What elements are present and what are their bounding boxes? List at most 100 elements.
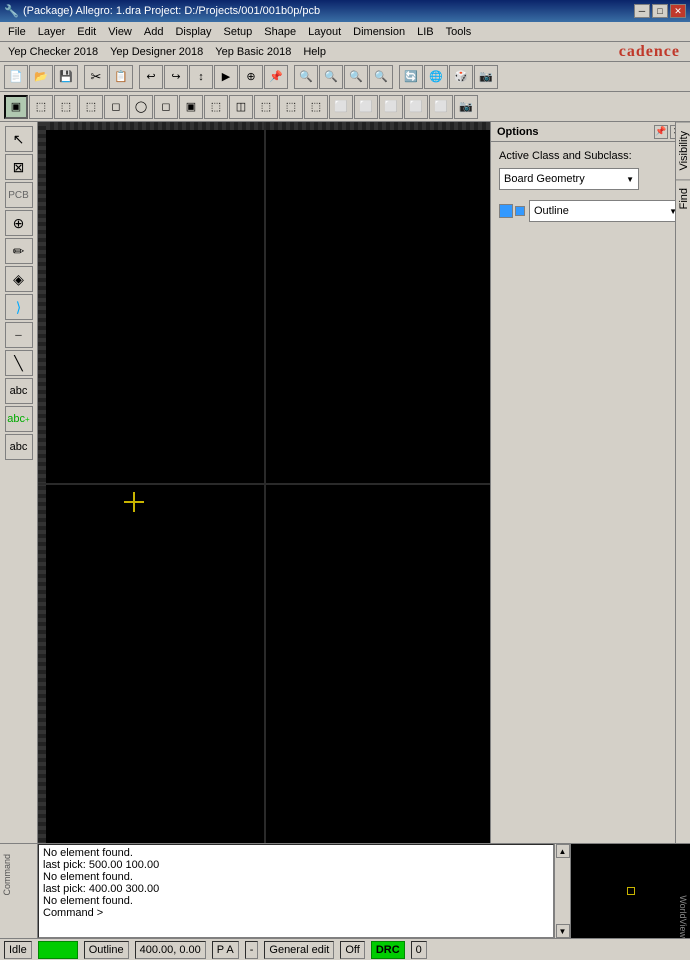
menu-layout[interactable]: Layout bbox=[302, 24, 347, 40]
titlebar: 🔧 (Package) Allegro: 1.dra Project: D:/P… bbox=[0, 0, 690, 22]
tb-new[interactable]: 📄 bbox=[4, 65, 28, 89]
lt-b4[interactable]: ✏ bbox=[5, 238, 33, 264]
tb2-select[interactable]: ▣ bbox=[4, 95, 28, 119]
tb2-b1[interactable]: ⬚ bbox=[29, 95, 53, 119]
tb-global[interactable]: 🌐 bbox=[424, 65, 448, 89]
menu-lib[interactable]: LIB bbox=[411, 24, 440, 40]
lt-text[interactable]: abc bbox=[5, 378, 33, 404]
lt-b3[interactable]: ⊕ bbox=[5, 210, 33, 236]
cmd-prompt: Command > bbox=[43, 907, 549, 919]
menu-setup[interactable]: Setup bbox=[218, 24, 259, 40]
minimap-dot bbox=[627, 887, 635, 895]
tb-zoom-out[interactable]: 🔍 bbox=[319, 65, 343, 89]
lt-b5[interactable]: ◈ bbox=[5, 266, 33, 292]
status-off: Off bbox=[340, 941, 364, 959]
status-edit-mode: General edit bbox=[264, 941, 334, 959]
subclass-value: Outline bbox=[534, 205, 569, 217]
tb2-b8[interactable]: ⬚ bbox=[204, 95, 228, 119]
title-text: (Package) Allegro: 1.dra Project: D:/Pro… bbox=[23, 5, 634, 17]
scroll-down[interactable]: ▼ bbox=[556, 924, 570, 938]
tb-zoom-fit[interactable]: 🔍 bbox=[344, 65, 368, 89]
close-button[interactable]: ✕ bbox=[670, 4, 686, 18]
tb-run[interactable]: ▶ bbox=[214, 65, 238, 89]
minimize-button[interactable]: ─ bbox=[634, 4, 650, 18]
tab-visibility[interactable]: Visibility bbox=[676, 122, 690, 179]
tb-copy[interactable]: 📋 bbox=[109, 65, 133, 89]
menu-file[interactable]: File bbox=[2, 24, 32, 40]
lt-b6[interactable]: ⟩ bbox=[5, 294, 33, 320]
tb2-b15[interactable]: ⬜ bbox=[379, 95, 403, 119]
menu-yep-basic[interactable]: Yep Basic 2018 bbox=[209, 44, 297, 60]
lt-b1[interactable]: ⊠ bbox=[5, 154, 33, 180]
tb2-b3[interactable]: ⬚ bbox=[79, 95, 103, 119]
status-coords: 400.00, 0.00 bbox=[135, 941, 206, 959]
right-tabs: Visibility Find bbox=[675, 122, 690, 843]
v-separator bbox=[264, 122, 266, 843]
canvas-area[interactable] bbox=[38, 122, 490, 843]
menu-edit[interactable]: Edit bbox=[71, 24, 102, 40]
cmd-line-5: No element found. bbox=[43, 895, 549, 907]
menu-yep-designer[interactable]: Yep Designer 2018 bbox=[104, 44, 209, 60]
menu-yep-checker[interactable]: Yep Checker 2018 bbox=[2, 44, 104, 60]
menu-display[interactable]: Display bbox=[169, 24, 217, 40]
lt-b8[interactable]: ╲ bbox=[5, 350, 33, 376]
menu-layer[interactable]: Layer bbox=[32, 24, 72, 40]
subclass-color-outer bbox=[499, 204, 513, 218]
cmd-line-2: last pick: 500.00 100.00 bbox=[43, 859, 549, 871]
tb-3d[interactable]: 🎲 bbox=[449, 65, 473, 89]
menu-help[interactable]: Help bbox=[297, 44, 332, 60]
menubar2: Yep Checker 2018 Yep Designer 2018 Yep B… bbox=[0, 42, 690, 62]
tb-unset[interactable]: ↕ bbox=[189, 65, 213, 89]
tb-cut[interactable]: ✂ bbox=[84, 65, 108, 89]
tb-refresh[interactable]: 🔄 bbox=[399, 65, 423, 89]
tb2-camera[interactable]: 📷 bbox=[454, 95, 478, 119]
tb-zoom-window[interactable]: 🔍 bbox=[369, 65, 393, 89]
maximize-button[interactable]: □ bbox=[652, 4, 668, 18]
lt-select[interactable]: ↖ bbox=[5, 126, 33, 152]
tb-redo[interactable]: ↪ bbox=[164, 65, 188, 89]
command-label: Command bbox=[2, 854, 35, 896]
tb2-b2[interactable]: ⬚ bbox=[54, 95, 78, 119]
lt-b9[interactable]: abc bbox=[5, 434, 33, 460]
tb-open[interactable]: 📂 bbox=[29, 65, 53, 89]
lt-b7[interactable]: ─ bbox=[5, 322, 33, 348]
tb2-b17[interactable]: ⬜ bbox=[429, 95, 453, 119]
tb-save[interactable]: 💾 bbox=[54, 65, 78, 89]
tb2-b7[interactable]: ▣ bbox=[179, 95, 203, 119]
tb2-b14[interactable]: ⬜ bbox=[354, 95, 378, 119]
menu-view[interactable]: View bbox=[102, 24, 138, 40]
menu-shape[interactable]: Shape bbox=[258, 24, 302, 40]
cadence-brand: cadence bbox=[619, 43, 688, 61]
toolbar2: ▣ ⬚ ⬚ ⬚ ◻ ◯ ◻ ▣ ⬚ ◫ ⬚ ⬚ ⬚ ⬜ ⬜ ⬜ ⬜ ⬜ 📷 bbox=[0, 92, 690, 122]
subclass-dropdown[interactable]: Outline ▼ bbox=[529, 200, 682, 222]
tb2-b12[interactable]: ⬚ bbox=[304, 95, 328, 119]
tb2-b9[interactable]: ◫ bbox=[229, 95, 253, 119]
tb2-b10[interactable]: ⬚ bbox=[254, 95, 278, 119]
lt-text2[interactable]: abc+ bbox=[5, 406, 33, 432]
lt-b2[interactable]: PCB bbox=[5, 182, 33, 208]
crosshair bbox=[124, 492, 144, 512]
menu-tools[interactable]: Tools bbox=[440, 24, 478, 40]
options-pin[interactable]: 📌 bbox=[654, 125, 668, 139]
tb2-b4[interactable]: ◻ bbox=[104, 95, 128, 119]
tb-screenshot[interactable]: 📷 bbox=[474, 65, 498, 89]
tb2-b5[interactable]: ◯ bbox=[129, 95, 153, 119]
tab-find[interactable]: Find bbox=[676, 179, 690, 217]
status-pa: P A bbox=[212, 941, 239, 959]
tb2-b11[interactable]: ⬚ bbox=[279, 95, 303, 119]
menu-dimension[interactable]: Dimension bbox=[347, 24, 411, 40]
scroll-up[interactable]: ▲ bbox=[556, 844, 570, 858]
scroll-track[interactable] bbox=[556, 858, 570, 924]
tb2-b6[interactable]: ◻ bbox=[154, 95, 178, 119]
class-dropdown[interactable]: Board Geometry ▼ bbox=[499, 168, 639, 190]
tb-undo[interactable]: ↩ bbox=[139, 65, 163, 89]
command-output[interactable]: No element found. last pick: 500.00 100.… bbox=[38, 844, 554, 938]
menu-add[interactable]: Add bbox=[138, 24, 170, 40]
tb-pin[interactable]: 📌 bbox=[264, 65, 288, 89]
tb2-b16[interactable]: ⬜ bbox=[404, 95, 428, 119]
tb2-b13[interactable]: ⬜ bbox=[329, 95, 353, 119]
tb-circle[interactable]: ⊕ bbox=[239, 65, 263, 89]
tb-zoom-in[interactable]: 🔍 bbox=[294, 65, 318, 89]
status-drc: DRC bbox=[371, 941, 405, 959]
title-icon: 🔧 bbox=[4, 4, 19, 18]
